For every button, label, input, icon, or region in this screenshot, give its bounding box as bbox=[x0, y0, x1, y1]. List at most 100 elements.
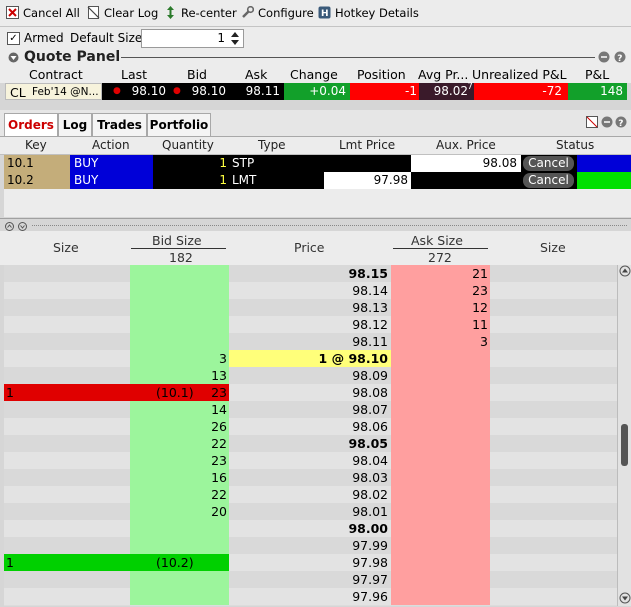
hotkey-details-button[interactable]: H Hotkey Details bbox=[318, 4, 419, 21]
order-lmt-price-cell[interactable]: 97.98 bbox=[324, 172, 411, 189]
ask-size-cell[interactable] bbox=[391, 367, 490, 384]
left-size-cell[interactable] bbox=[4, 367, 130, 384]
ask-size-cell[interactable] bbox=[391, 571, 490, 588]
right-size-cell[interactable] bbox=[490, 384, 617, 401]
left-size-cell[interactable] bbox=[4, 333, 130, 350]
bid-size-cell[interactable] bbox=[130, 265, 229, 282]
spinner-arrows-icon[interactable] bbox=[229, 30, 241, 47]
right-size-cell[interactable] bbox=[490, 299, 617, 316]
right-size-cell[interactable] bbox=[490, 554, 617, 571]
right-size-cell[interactable] bbox=[490, 571, 617, 588]
ask-size-cell[interactable] bbox=[391, 452, 490, 469]
left-size-cell[interactable]: 1 bbox=[4, 554, 132, 571]
left-size-cell[interactable] bbox=[4, 452, 130, 469]
collapse-icon[interactable] bbox=[8, 52, 19, 63]
right-size-cell[interactable] bbox=[490, 265, 617, 282]
cancel-all-button[interactable]: Cancel All bbox=[6, 4, 80, 21]
tabs-link-icon[interactable] bbox=[601, 116, 613, 128]
bid-size-cell[interactable] bbox=[130, 282, 229, 299]
ladder-row[interactable]: 97.99 bbox=[4, 537, 617, 554]
left-size-cell[interactable] bbox=[4, 282, 130, 299]
left-size-cell[interactable] bbox=[4, 469, 130, 486]
left-size-cell[interactable] bbox=[4, 316, 130, 333]
left-size-cell[interactable] bbox=[4, 537, 130, 554]
ask-size-cell[interactable] bbox=[391, 418, 490, 435]
bid-size-cell[interactable]: 22 bbox=[130, 435, 229, 452]
order-quantity-cell[interactable]: 1 bbox=[153, 172, 230, 189]
tab-portfolio[interactable]: Portfolio bbox=[147, 113, 211, 136]
ladder-row[interactable]: 14 98.07 bbox=[4, 401, 617, 418]
cancel-order-button[interactable]: Cancel bbox=[523, 156, 574, 171]
order-aux-price-cell[interactable] bbox=[411, 172, 521, 189]
right-size-cell[interactable] bbox=[490, 452, 617, 469]
ladder-row[interactable]: 26 98.06 bbox=[4, 418, 617, 435]
bid-size-cell[interactable] bbox=[130, 299, 229, 316]
bid-size-cell[interactable]: 26 bbox=[130, 418, 229, 435]
left-size-cell[interactable]: 1 bbox=[4, 384, 132, 401]
order-row[interactable]: 10.1 BUY 1 STP 98.08 Cancel bbox=[4, 155, 631, 172]
right-size-cell[interactable] bbox=[490, 333, 617, 350]
configure-button[interactable]: Configure bbox=[241, 4, 314, 21]
ask-size-cell[interactable]: 3 bbox=[391, 333, 490, 350]
left-size-cell[interactable] bbox=[4, 486, 130, 503]
ask-size-cell[interactable] bbox=[391, 384, 490, 401]
order-quantity-cell[interactable]: 1 bbox=[153, 155, 230, 172]
ask-size-cell[interactable]: 23 bbox=[391, 282, 490, 299]
link-icon[interactable] bbox=[598, 51, 610, 63]
bid-cell[interactable]: ● 98.10 bbox=[170, 83, 230, 100]
bid-size-cell[interactable] bbox=[130, 316, 229, 333]
clear-log-button[interactable]: Clear Log bbox=[87, 4, 158, 21]
ladder-row[interactable]: 16 98.03 bbox=[4, 469, 617, 486]
right-size-cell[interactable] bbox=[490, 435, 617, 452]
bid-size-cell[interactable] bbox=[130, 520, 229, 537]
left-size-cell[interactable] bbox=[4, 350, 130, 367]
left-size-cell[interactable] bbox=[4, 299, 130, 316]
collapse-ladder-icon[interactable] bbox=[18, 220, 27, 231]
right-size-cell[interactable] bbox=[490, 282, 617, 299]
tab-trades[interactable]: Trades bbox=[92, 113, 147, 136]
ladder-row[interactable]: 22 98.02 bbox=[4, 486, 617, 503]
right-size-cell[interactable] bbox=[490, 486, 617, 503]
bid-size-cell[interactable]: 16 bbox=[130, 469, 229, 486]
right-size-cell[interactable] bbox=[490, 350, 617, 367]
scroll-thumb[interactable] bbox=[621, 424, 628, 466]
ask-size-cell[interactable] bbox=[391, 435, 490, 452]
default-size-spinner[interactable]: 1 bbox=[141, 29, 244, 48]
clear-icon[interactable] bbox=[586, 116, 598, 128]
ask-size-cell[interactable] bbox=[391, 537, 490, 554]
armed-checkbox[interactable]: ✓ bbox=[7, 32, 20, 45]
ladder-row[interactable]: 1 23 (10.1) 98.08 bbox=[4, 384, 617, 401]
bid-size-cell[interactable]: (10.2) bbox=[130, 554, 229, 571]
tab-log[interactable]: Log bbox=[58, 113, 92, 136]
ask-size-cell[interactable]: 11 bbox=[391, 316, 490, 333]
ask-size-cell[interactable] bbox=[391, 401, 490, 418]
left-size-cell[interactable] bbox=[4, 401, 130, 418]
quote-row[interactable]: CL Feb'14 @N... ● 98.10 ● 98.10 98.11 +0… bbox=[5, 82, 627, 100]
ask-size-cell[interactable]: 12 bbox=[391, 299, 490, 316]
ladder-row[interactable]: 98.11 3 bbox=[4, 333, 617, 350]
recenter-button[interactable]: Re-center bbox=[164, 4, 237, 21]
ladder-row[interactable]: 20 98.01 bbox=[4, 503, 617, 520]
ask-size-cell[interactable] bbox=[391, 486, 490, 503]
bid-size-cell[interactable]: 22 bbox=[130, 486, 229, 503]
order-aux-price-cell[interactable]: 98.08 bbox=[411, 155, 521, 172]
right-size-cell[interactable] bbox=[490, 520, 617, 537]
left-size-cell[interactable] bbox=[4, 520, 130, 537]
left-size-cell[interactable] bbox=[4, 588, 130, 605]
ladder-row[interactable]: 13 98.09 bbox=[4, 367, 617, 384]
left-size-cell[interactable] bbox=[4, 571, 130, 588]
scroll-up-icon[interactable] bbox=[619, 265, 631, 277]
ladder-row[interactable]: 98.12 11 bbox=[4, 316, 617, 333]
right-size-cell[interactable] bbox=[490, 367, 617, 384]
bid-size-cell[interactable]: 13 bbox=[130, 367, 229, 384]
ask-size-cell[interactable] bbox=[391, 503, 490, 520]
right-size-cell[interactable] bbox=[490, 503, 617, 520]
tabs-help-icon[interactable]: ? bbox=[615, 116, 627, 129]
ladder-row[interactable]: 23 98.04 bbox=[4, 452, 617, 469]
bid-size-cell[interactable]: 23 (10.1) bbox=[130, 384, 229, 401]
tab-orders[interactable]: Orders bbox=[4, 113, 58, 136]
contract-cell[interactable]: CL Feb'14 @N... bbox=[5, 83, 102, 100]
bid-size-cell[interactable]: 3 bbox=[130, 350, 229, 367]
right-size-cell[interactable] bbox=[490, 588, 617, 605]
expand-icon[interactable] bbox=[5, 220, 14, 231]
